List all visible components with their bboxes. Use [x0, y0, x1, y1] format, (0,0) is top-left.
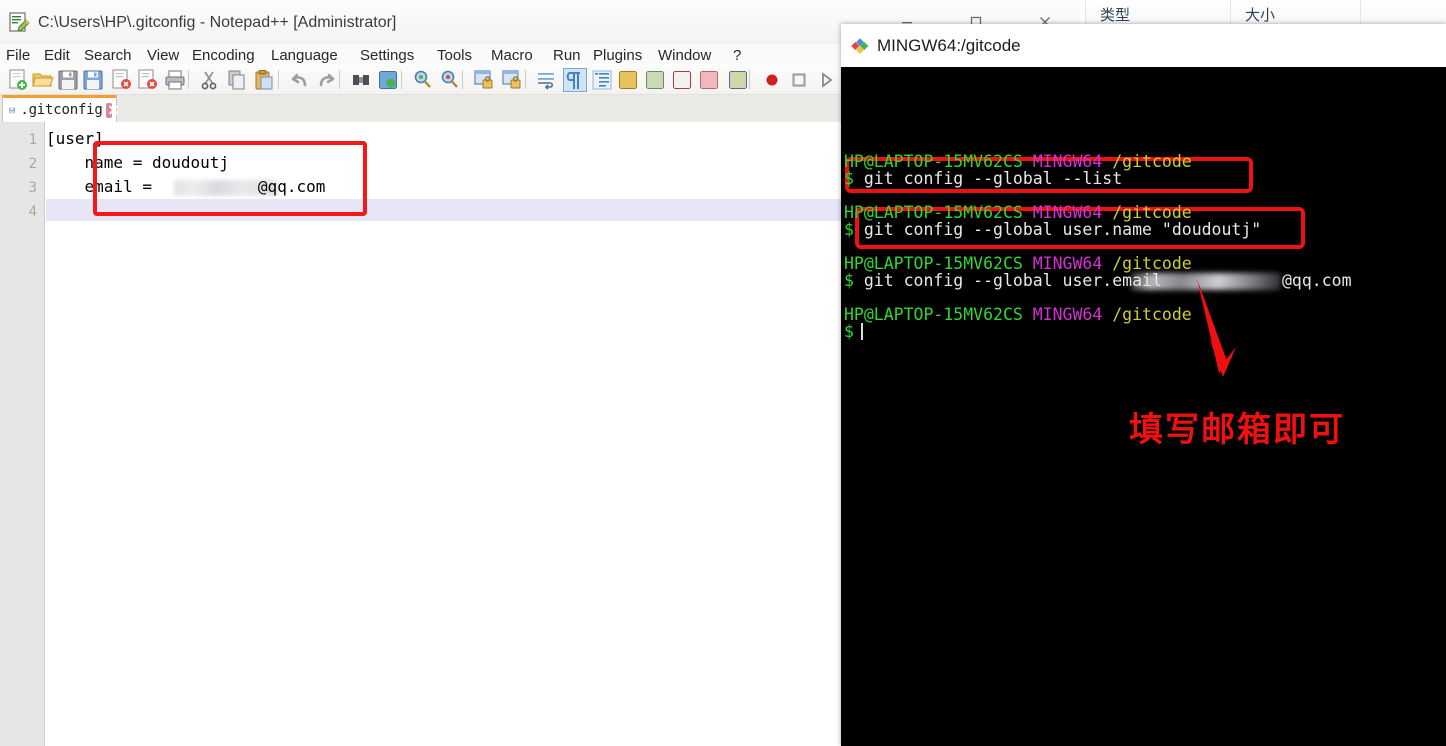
prompt-sigil: $	[844, 220, 854, 239]
sync-h-scroll-icon[interactable]	[500, 68, 524, 92]
line-number-gutter: 1 2 3 4	[0, 122, 45, 746]
command-email-domain: @qq.com	[1282, 271, 1352, 290]
prompt-shell: MINGW64	[1032, 305, 1103, 324]
terminal-command-line: $ git config --global --list	[844, 166, 1122, 192]
prompt-user: HP@LAPTOP-15MV62CS	[844, 305, 1023, 324]
notepad-title-text: C:\Users\HP\.gitconfig - Notepad++ [Admi…	[38, 14, 397, 31]
prompt-path: /gitcode	[1112, 152, 1192, 171]
find-icon[interactable]	[349, 68, 373, 92]
close-file-icon[interactable]	[110, 68, 134, 92]
toolbar-separator	[749, 70, 750, 89]
mingw-title-text: MINGW64:/gitcode	[877, 36, 1021, 55]
sync-v-scroll-icon[interactable]	[472, 68, 496, 92]
cut-icon[interactable]	[198, 68, 222, 92]
word-wrap-icon[interactable]	[535, 68, 559, 92]
prompt-sigil: $	[844, 271, 854, 290]
new-file-icon[interactable]	[6, 68, 30, 92]
red-down-arrow-icon	[1197, 279, 1236, 377]
show-all-chars-icon[interactable]	[563, 68, 587, 92]
line-number: 1	[28, 132, 37, 148]
monitoring-icon[interactable]	[726, 68, 750, 92]
red-highlight-box-user-config	[93, 141, 367, 216]
zoom-out-icon[interactable]	[438, 68, 462, 92]
function-list-icon[interactable]	[670, 68, 694, 92]
save-floppy-icon	[9, 107, 15, 113]
save-all-icon[interactable]	[81, 68, 105, 92]
toolbar-separator	[188, 70, 189, 89]
toolbar-separator	[339, 70, 340, 89]
mingw-titlebar[interactable]: MINGW64:/gitcode	[841, 24, 1446, 68]
open-file-icon[interactable]	[31, 68, 55, 92]
notepad-plus-plus-icon	[9, 12, 30, 32]
text-cursor	[860, 323, 863, 340]
toolbar-separator	[462, 70, 463, 89]
save-icon[interactable]	[56, 68, 80, 92]
paste-icon[interactable]	[252, 68, 276, 92]
close-all-icon[interactable]	[136, 68, 160, 92]
zoom-in-icon[interactable]	[411, 68, 435, 92]
macro-stop-icon[interactable]	[787, 68, 811, 92]
doc-map-icon[interactable]	[643, 68, 667, 92]
ui-userdefine-icon[interactable]	[616, 68, 640, 92]
line-number: 2	[28, 156, 37, 172]
replace-icon[interactable]	[376, 68, 400, 92]
macro-play-icon[interactable]	[814, 68, 838, 92]
prompt-sigil: $	[844, 169, 854, 188]
toolbar-separator	[525, 70, 526, 89]
terminal-output[interactable]: 填写邮箱即可 HP@LAPTOP-15MV62CS MINGW64 /gitco…	[841, 67, 1446, 746]
copy-icon[interactable]	[225, 68, 249, 92]
toolbar-separator	[401, 70, 402, 89]
command-text: git config --global --list	[863, 169, 1123, 188]
mingw64-terminal-window: MINGW64:/gitcode 填写邮箱即可 HP@LAPTOP-15MV62…	[841, 24, 1446, 746]
redo-icon[interactable]	[314, 68, 338, 92]
undo-icon[interactable]	[288, 68, 312, 92]
tab-close-icon[interactable]	[105, 102, 118, 118]
toolbar-separator	[278, 70, 279, 89]
terminal-input-line[interactable]: $	[844, 319, 863, 345]
git-bash-icon	[851, 38, 869, 54]
indent-guide-icon[interactable]	[590, 68, 614, 92]
print-icon[interactable]	[163, 68, 187, 92]
terminal-prompt-line: HP@LAPTOP-15MV62CS MINGW64 /gitcode	[844, 302, 1192, 328]
tab-gitconfig[interactable]: .gitconfig	[2, 95, 118, 122]
line-number: 4	[28, 204, 37, 220]
folder-workspace-icon[interactable]	[697, 68, 721, 92]
command-text: git config --global user.email	[863, 271, 1162, 290]
annotation-text: 填写邮箱即可	[1129, 410, 1345, 450]
command-text: git config --global user.name "doudoutj"	[863, 220, 1262, 239]
terminal-command-line: $ git config --global user.email	[844, 268, 1162, 294]
line-number: 3	[28, 180, 37, 196]
prompt-path: /gitcode	[1112, 305, 1192, 324]
tab-label: .gitconfig	[20, 102, 103, 118]
terminal-command-line: $ git config --global user.name "doudout…	[844, 217, 1261, 243]
prompt-sigil: $	[844, 322, 854, 341]
macro-record-icon[interactable]	[760, 68, 784, 92]
